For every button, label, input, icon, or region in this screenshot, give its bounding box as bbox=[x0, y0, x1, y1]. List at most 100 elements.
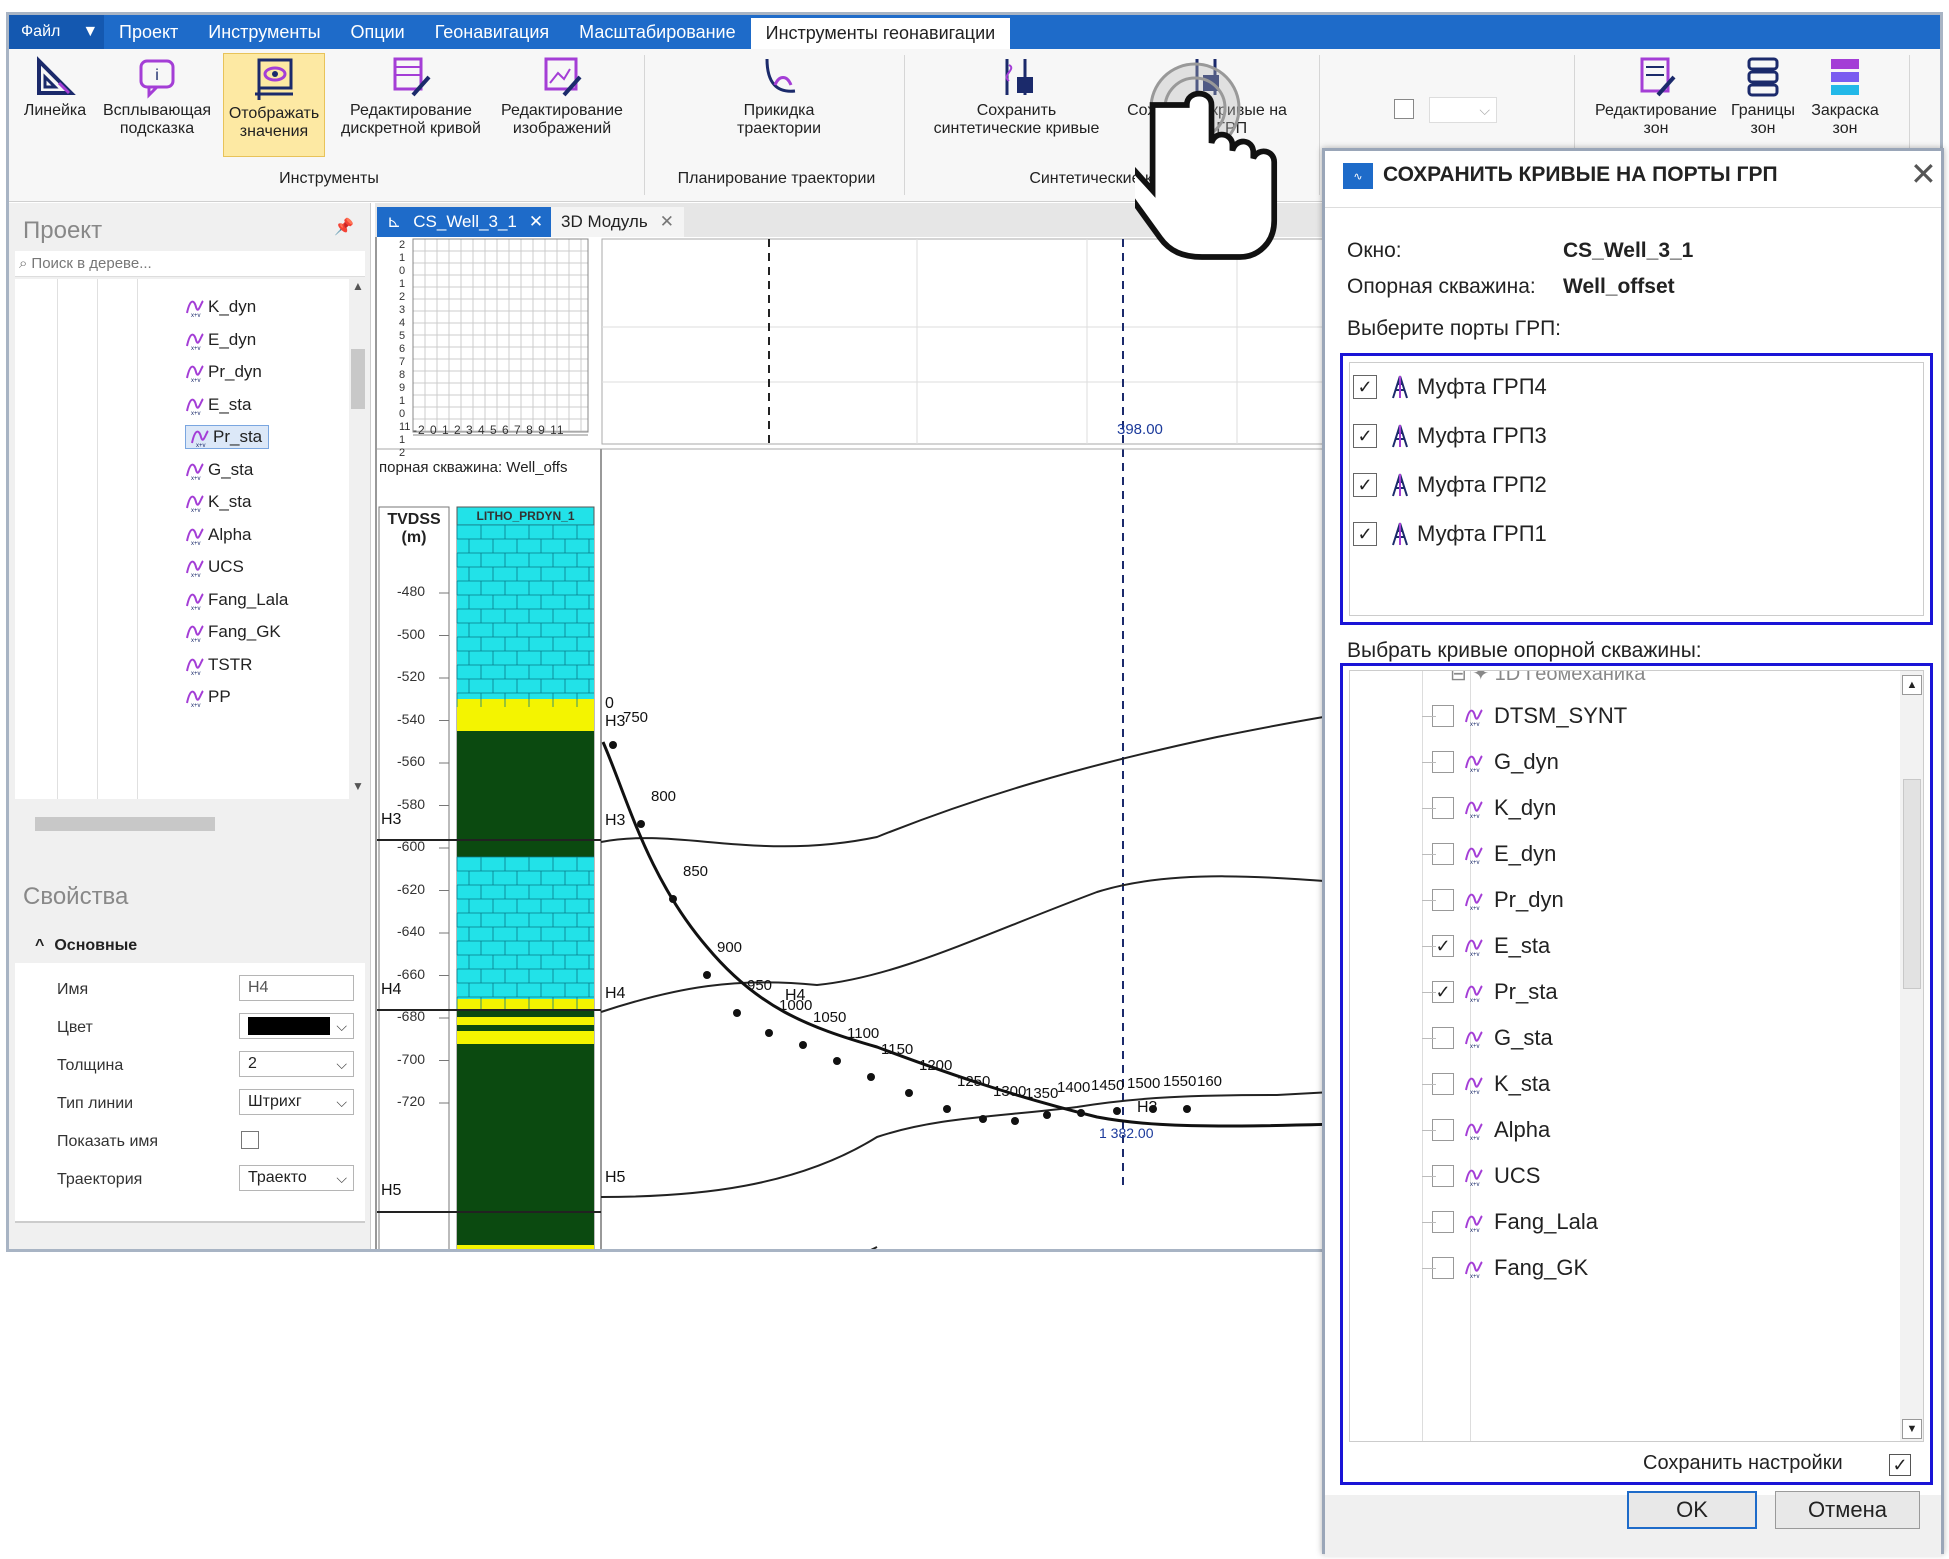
scroll-down-icon[interactable]: ▼ bbox=[352, 779, 364, 793]
curve-row[interactable]: x+y K_dyn bbox=[1422, 793, 1556, 823]
prop-color-picker[interactable]: ⌵ bbox=[239, 1013, 354, 1039]
tab-tools[interactable]: Инструменты bbox=[193, 15, 335, 49]
edit-zones-button[interactable]: Редактирование зон bbox=[1591, 55, 1721, 138]
curve-row[interactable]: x+y Fang_Lala bbox=[1422, 1207, 1598, 1237]
tree-item[interactable]: x+y UCS bbox=[185, 555, 244, 579]
tree-item[interactable]: x+y TSTR bbox=[185, 653, 252, 677]
tree-item[interactable]: x+y Fang_Lala bbox=[185, 588, 288, 612]
curve-row[interactable]: x+y Pr_dyn bbox=[1422, 885, 1564, 915]
tab-project[interactable]: Проект bbox=[104, 15, 193, 49]
tab-options[interactable]: Опции bbox=[336, 15, 420, 49]
hscrollbar-thumb[interactable] bbox=[35, 817, 215, 831]
curve-row[interactable]: x+y G_dyn bbox=[1422, 747, 1559, 777]
save-settings-checkbox[interactable]: ✓ bbox=[1889, 1454, 1911, 1476]
prop-name-input[interactable]: H4 bbox=[239, 975, 354, 1001]
tab-geonavigation-tools[interactable]: Инструменты геонавигации bbox=[750, 18, 1011, 49]
tree-item[interactable]: x+y E_sta bbox=[185, 393, 251, 417]
trajectory-point bbox=[1043, 1111, 1051, 1119]
tree-root-node[interactable]: ⊟ ✦ 1D Геомеханика bbox=[1450, 671, 1645, 686]
port-row[interactable]: ✓ Муфта ГРП4 bbox=[1353, 372, 1547, 402]
curve-label: Pr_dyn bbox=[1494, 887, 1564, 912]
scrollbar-thumb[interactable] bbox=[351, 349, 365, 409]
curve-icon: x+y bbox=[1465, 1261, 1483, 1278]
curve-row[interactable]: x+y E_dyn bbox=[1422, 839, 1556, 869]
pin-icon[interactable]: 📌 bbox=[334, 217, 354, 237]
ruler-button[interactable]: Линейка bbox=[19, 55, 91, 120]
tree-item[interactable]: x+y Pr_dyn bbox=[185, 360, 262, 384]
trajectory-estimate-button[interactable]: Прикидка траектории bbox=[709, 55, 849, 138]
tree-item[interactable]: x+y K_sta bbox=[185, 490, 251, 514]
port-row[interactable]: ✓ Муфта ГРП2 bbox=[1353, 470, 1547, 500]
port-checkbox[interactable]: ✓ bbox=[1353, 424, 1377, 448]
curve-row[interactable]: x+y K_sta bbox=[1422, 1069, 1550, 1099]
port-row[interactable]: ✓ Муфта ГРП3 bbox=[1353, 421, 1547, 451]
curve-row[interactable]: x+y UCS bbox=[1422, 1161, 1540, 1191]
svg-text:x+y: x+y bbox=[1470, 1274, 1480, 1278]
edit-images-button[interactable]: Редактирование изображений bbox=[495, 55, 629, 138]
tree-item[interactable]: x+y Alpha bbox=[185, 523, 251, 547]
port-checkbox[interactable]: ✓ bbox=[1353, 375, 1377, 399]
save-synthetic-curves-button[interactable]: Сохранить синтетические кривые bbox=[924, 55, 1109, 138]
file-menu[interactable]: Файл ▼ bbox=[9, 15, 104, 49]
curve-row[interactable]: ✓ x+y Pr_sta bbox=[1422, 977, 1558, 1007]
tree-item[interactable]: x+y K_dyn bbox=[185, 295, 256, 319]
port-row[interactable]: ✓ Муфта ГРП1 bbox=[1353, 519, 1547, 549]
ref-well-header: порная скважина: Well_offs bbox=[379, 459, 568, 476]
curve-row[interactable]: x+y DTSM_SYNT bbox=[1422, 701, 1627, 731]
cancel-button[interactable]: Отмена bbox=[1775, 1491, 1920, 1529]
tree-item[interactable]: x+y Fang_GK bbox=[185, 620, 281, 644]
curve-row[interactable]: x+y Alpha bbox=[1422, 1115, 1550, 1145]
prop-thickness-select[interactable]: 2 ⌵ bbox=[239, 1051, 354, 1077]
tab-geonavigation[interactable]: Геонавигация bbox=[420, 15, 564, 49]
window-value: CS_Well_3_1 bbox=[1563, 239, 1694, 262]
tab-3d-module[interactable]: 3D Модуль ✕ bbox=[551, 207, 684, 237]
zone-fill-button[interactable]: Закраска зон bbox=[1805, 55, 1885, 138]
tree-search-input[interactable]: ⌕ Поиск в дереве... bbox=[15, 251, 365, 277]
tree-item[interactable]: x+y E_dyn bbox=[185, 328, 256, 352]
curves-scrollbar[interactable]: ▲ ▼ bbox=[1900, 671, 1923, 1441]
ribbon-checkbox[interactable] bbox=[1394, 99, 1414, 119]
scroll-up-icon[interactable]: ▲ bbox=[1902, 675, 1922, 695]
show-values-label-2: значения bbox=[239, 123, 309, 140]
zone-boundaries-button[interactable]: Границы зон bbox=[1727, 55, 1799, 138]
curves-tree: ⊟ ✦ 1D Геомеханика x+y DTSM_SYNT x+y G_dynx… bbox=[1349, 670, 1924, 1442]
prop-showname-checkbox[interactable] bbox=[241, 1131, 259, 1149]
close-icon[interactable]: ✕ bbox=[529, 212, 543, 232]
scroll-down-icon[interactable]: ▼ bbox=[1902, 1419, 1922, 1439]
prop-linetype-select[interactable]: Штрихг ⌵ bbox=[239, 1089, 354, 1115]
port-checkbox[interactable]: ✓ bbox=[1353, 473, 1377, 497]
tree-item[interactable]: x+y G_sta bbox=[185, 458, 253, 482]
curve-row[interactable]: x+y Fang_GK bbox=[1422, 1253, 1588, 1283]
ok-button[interactable]: OK bbox=[1627, 1491, 1757, 1529]
scroll-up-icon[interactable]: ▲ bbox=[352, 279, 364, 293]
tree-item[interactable]: x+y Pr_sta bbox=[185, 425, 270, 449]
trajectory-point bbox=[703, 971, 711, 979]
depth-tick-label: -680 bbox=[397, 1008, 426, 1024]
port-checkbox[interactable]: ✓ bbox=[1353, 522, 1377, 546]
tree-scrollbar[interactable]: ▲ ▼ bbox=[349, 279, 367, 799]
curve-icon: x+y bbox=[1465, 1031, 1483, 1048]
depth-column-header: TVDSS (m) bbox=[379, 511, 449, 547]
svg-text:x+y: x+y bbox=[191, 573, 201, 577]
edit-discrete-curve-button[interactable]: Редактирование дискретной кривой bbox=[331, 55, 491, 138]
properties-section-header[interactable]: ^ Основные bbox=[35, 937, 137, 955]
svg-text:x+y: x+y bbox=[191, 508, 201, 512]
tab-cs-well[interactable]: ⊾ CS_Well_3_1 ✕ bbox=[377, 207, 554, 237]
svg-text:i: i bbox=[155, 67, 159, 84]
prop-trajectory-select[interactable]: Траекто ⌵ bbox=[239, 1165, 354, 1191]
tree-item[interactable]: x+y PP bbox=[185, 685, 231, 709]
curve-row[interactable]: ✓ x+y E_sta bbox=[1422, 931, 1550, 961]
tab-scaling[interactable]: Масштабирование bbox=[564, 15, 750, 49]
tooltip-button[interactable]: i Всплывающая подсказка bbox=[97, 55, 217, 138]
curve-row[interactable]: x+y G_sta bbox=[1422, 1023, 1553, 1053]
tree-hscrollbar[interactable] bbox=[15, 815, 349, 833]
trajectory-point bbox=[979, 1115, 987, 1123]
port-label: Муфта ГРП2 bbox=[1417, 472, 1547, 497]
horizon-label-h3: H3 bbox=[381, 811, 402, 828]
scrollbar-thumb[interactable] bbox=[1903, 779, 1921, 989]
close-icon[interactable]: ✕ bbox=[1910, 155, 1937, 193]
ribbon-dropdown[interactable]: ⌵ bbox=[1429, 97, 1497, 123]
close-icon[interactable]: ✕ bbox=[660, 212, 674, 232]
show-values-button[interactable]: Отображать значения bbox=[223, 53, 325, 157]
curve-icon: x+y bbox=[1465, 847, 1483, 864]
